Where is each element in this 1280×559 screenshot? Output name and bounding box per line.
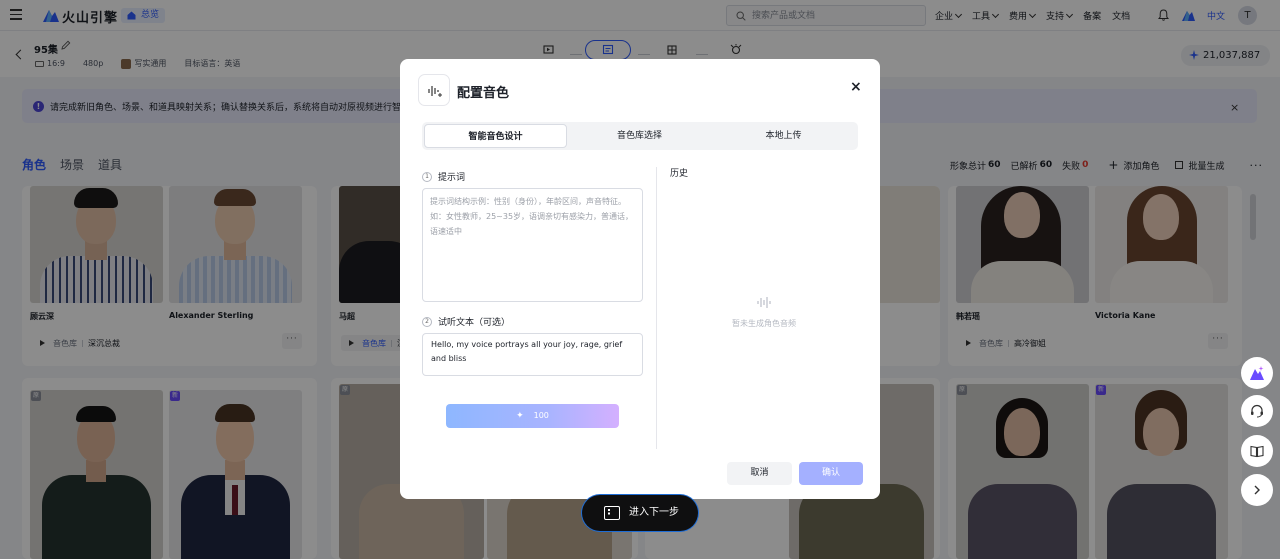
headset-icon [1251, 404, 1263, 418]
documentation-button[interactable] [1241, 435, 1273, 467]
next-step-button[interactable]: 进入下一步 [582, 495, 698, 531]
panel-divider [656, 167, 657, 449]
tab-voice-library[interactable]: 音色库选择 [568, 124, 711, 148]
prompt-label: 1 提示词 [422, 170, 465, 183]
close-dialog-icon[interactable]: × [850, 80, 862, 94]
generate-voice-button[interactable]: ✦ 100 [446, 404, 619, 428]
step-number: 2 [422, 316, 432, 327]
confirm-button[interactable]: 确认 [799, 462, 863, 485]
book-icon [1250, 445, 1264, 458]
ai-assistant-button[interactable] [1241, 357, 1273, 389]
chevron-right-icon [1254, 485, 1260, 495]
empty-history-text: 暂未生成角色音频 [732, 319, 796, 328]
ai-mountain-icon [1250, 366, 1264, 380]
sample-text-input[interactable]: Hello, my voice portrays all your joy, r… [422, 333, 643, 376]
tab-smart-voice-design[interactable]: 智能音色设计 [424, 124, 567, 148]
cancel-button[interactable]: 取消 [727, 462, 792, 485]
expand-panel-button[interactable] [1241, 474, 1273, 506]
customer-support-button[interactable] [1241, 395, 1273, 427]
sparkle-icon: ✦ [516, 411, 524, 421]
configure-voice-dialog: 配置音色 × 智能音色设计 音色库选择 本地上传 1 提示词 2 试听文本（可选… [400, 59, 880, 499]
voice-source-tabs: 智能音色设计 音色库选择 本地上传 [422, 122, 858, 150]
voice-wave-icon [418, 74, 450, 106]
dialog-title: 配置音色 [457, 86, 510, 101]
sample-text-label: 2 试听文本（可选） [422, 315, 510, 328]
step-number: 1 [422, 171, 432, 182]
tab-local-upload[interactable]: 本地上传 [712, 124, 855, 148]
prompt-textarea[interactable] [422, 188, 643, 302]
history-label: 历史 [670, 169, 689, 179]
empty-audio-icon [757, 297, 771, 308]
film-icon [604, 506, 620, 520]
